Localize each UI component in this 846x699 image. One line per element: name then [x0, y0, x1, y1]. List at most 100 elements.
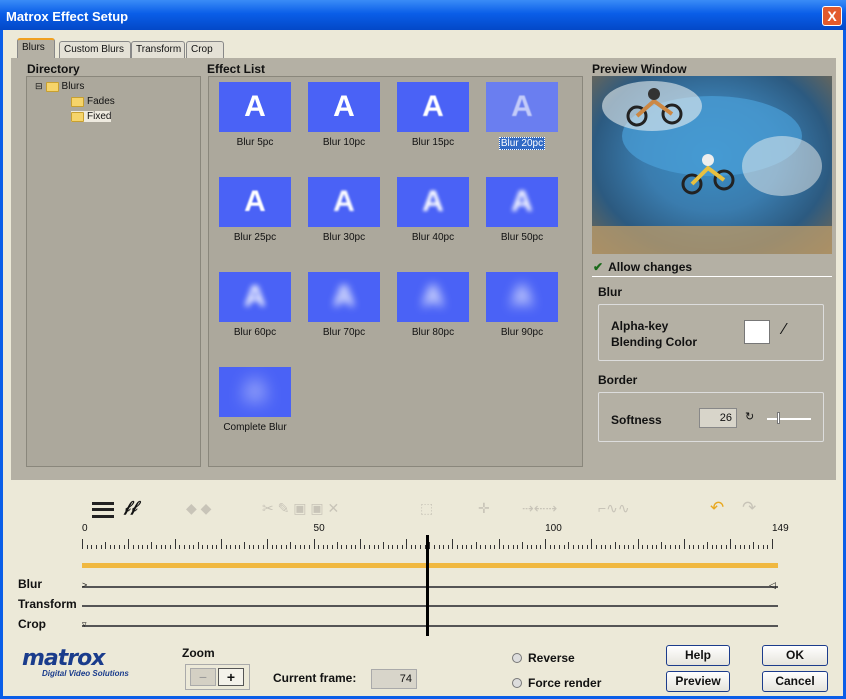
softness-slider-thumb[interactable] — [777, 412, 780, 424]
blending-color-label: Blending Color — [611, 335, 697, 349]
directory-tree[interactable]: ⊟ Blurs Fades Fixed — [26, 76, 201, 467]
tab-custom-blurs[interactable]: Custom Blurs — [59, 41, 131, 58]
ruler-tick — [318, 545, 320, 549]
close-icon: X — [827, 8, 837, 24]
ruler-tick — [336, 542, 338, 549]
ruler-tick — [582, 545, 584, 549]
effect-label[interactable]: Blur 15pc — [388, 137, 478, 148]
effect-thumbnail[interactable]: A — [486, 177, 558, 227]
reverse-option[interactable]: Reverse — [512, 651, 575, 665]
effect-label[interactable]: Blur 60pc — [210, 327, 300, 338]
collapse-icon[interactable]: ⊟ — [35, 81, 43, 92]
effect-label[interactable]: Blur 5pc — [210, 137, 300, 148]
force-render-option[interactable]: Force render — [512, 676, 601, 690]
add-keyframe-icon[interactable]: ✛ — [478, 500, 490, 517]
ruler-tick — [322, 545, 324, 549]
close-button[interactable]: X — [822, 6, 842, 26]
interpolation-icon[interactable]: ⇢⇠⇢ — [522, 500, 557, 517]
tree-item-fades[interactable]: Fades — [71, 96, 115, 107]
border-group-label: Border — [598, 373, 638, 387]
ruler-tick — [586, 545, 588, 549]
ruler-tick — [359, 539, 361, 549]
ruler-tick — [503, 545, 505, 549]
effect-thumbnail[interactable]: A — [308, 177, 380, 227]
ruler-tick — [146, 545, 148, 549]
track-crop[interactable] — [82, 625, 778, 627]
ruler-tick — [290, 542, 292, 549]
ruler-tick — [512, 545, 514, 549]
playhead[interactable] — [426, 535, 429, 636]
effect-thumbnail[interactable]: A — [308, 82, 380, 132]
keyframe-end-marker[interactable]: ◁ — [769, 580, 776, 591]
ruler-tick — [220, 539, 222, 549]
ruler-tick — [614, 542, 616, 549]
tab-blurs[interactable]: Blurs — [17, 38, 55, 59]
ruler-tick — [415, 545, 417, 549]
ruler-tick — [549, 545, 551, 549]
curve-icons[interactable]: ⌐∿∿ — [598, 500, 630, 517]
keyframe-mode-icon[interactable]: 𝒻𝒻 — [124, 498, 137, 515]
redo-icon[interactable]: ↷ — [742, 498, 756, 518]
effect-thumbnail[interactable]: A — [219, 177, 291, 227]
effect-glyph: A — [244, 375, 266, 408]
track-list-icon[interactable] — [92, 502, 114, 518]
tree-item-blurs[interactable]: ⊟ Blurs — [35, 81, 84, 92]
effect-thumbnail[interactable]: A — [219, 367, 291, 417]
allow-changes-checkbox[interactable]: ✔ Allow changes — [593, 260, 692, 274]
effect-thumbnail[interactable]: A — [486, 82, 558, 132]
fit-icon[interactable]: ⬚ — [420, 500, 433, 517]
tree-item-fixed[interactable]: Fixed — [71, 111, 112, 122]
effect-thumbnail[interactable]: A — [219, 82, 291, 132]
effect-label[interactable]: Blur 50pc — [477, 232, 567, 243]
softness-slider-track[interactable] — [767, 418, 811, 420]
effect-label[interactable]: Blur 20pc — [499, 137, 545, 150]
effect-label[interactable]: Blur 80pc — [388, 327, 478, 338]
effect-thumbnail[interactable]: A — [308, 272, 380, 322]
effect-label[interactable]: Blur 70pc — [299, 327, 389, 338]
ruler-tick — [498, 539, 500, 549]
tab-transform[interactable]: Transform — [131, 41, 185, 58]
undo-icon[interactable]: ↶ — [710, 498, 724, 518]
crop-keyframe-marker[interactable]: ▿ — [82, 619, 87, 630]
effect-label[interactable]: Blur 10pc — [299, 137, 389, 148]
ruler-tick — [739, 545, 741, 549]
ruler-tick — [327, 545, 329, 549]
cut-copy-paste-icons[interactable]: ✂ ✎ ▣ ▣ ✕ — [262, 500, 339, 517]
ruler-tick — [609, 545, 611, 549]
ruler-tick — [156, 545, 158, 549]
timeline-bar[interactable] — [82, 563, 778, 568]
effect-label[interactable]: Blur 30pc — [299, 232, 389, 243]
effect-thumbnail[interactable]: A — [397, 272, 469, 322]
effect-list[interactable]: A Blur 5pc A Blur 10pc A Blur 15pc A Blur 20pc A… — [208, 76, 583, 467]
effect-thumbnail[interactable]: A — [219, 272, 291, 322]
softness-input[interactable]: 26 — [699, 408, 737, 428]
ok-button[interactable]: OK — [762, 645, 828, 666]
zoom-in-button[interactable]: + — [218, 668, 244, 686]
ruler-tick — [234, 545, 236, 549]
eyedropper-icon[interactable]: ⁄ — [783, 321, 786, 339]
effect-thumbnail[interactable]: A — [486, 272, 558, 322]
reset-icon[interactable]: ↻ — [745, 410, 754, 423]
effect-label[interactable]: Blur 25pc — [210, 232, 300, 243]
preview-button[interactable]: Preview — [666, 671, 730, 692]
effect-label[interactable]: Complete Blur — [210, 422, 300, 433]
effect-label[interactable]: Blur 90pc — [477, 327, 567, 338]
tab-crop[interactable]: Crop — [186, 41, 224, 58]
effect-label[interactable]: Blur 40pc — [388, 232, 478, 243]
track-transform[interactable] — [82, 605, 778, 607]
prev-keyframe-icon[interactable]: ◆ ◆ — [186, 500, 211, 517]
cancel-button[interactable]: Cancel — [762, 671, 828, 692]
current-frame-input[interactable]: 74 — [371, 669, 417, 689]
help-button[interactable]: Help — [666, 645, 730, 666]
zoom-out-button[interactable]: − — [190, 668, 216, 686]
softness-label: Softness — [611, 413, 662, 427]
blending-color-swatch[interactable] — [744, 320, 770, 344]
ruler-tick — [679, 545, 681, 549]
tab-label: Crop — [191, 44, 213, 55]
effect-thumbnail[interactable]: A — [397, 177, 469, 227]
track-blur[interactable] — [82, 586, 778, 588]
ruler-tick — [392, 545, 394, 549]
ruler-tick — [489, 545, 491, 549]
keyframe-start-marker[interactable]: > — [82, 580, 87, 590]
effect-thumbnail[interactable]: A — [397, 82, 469, 132]
